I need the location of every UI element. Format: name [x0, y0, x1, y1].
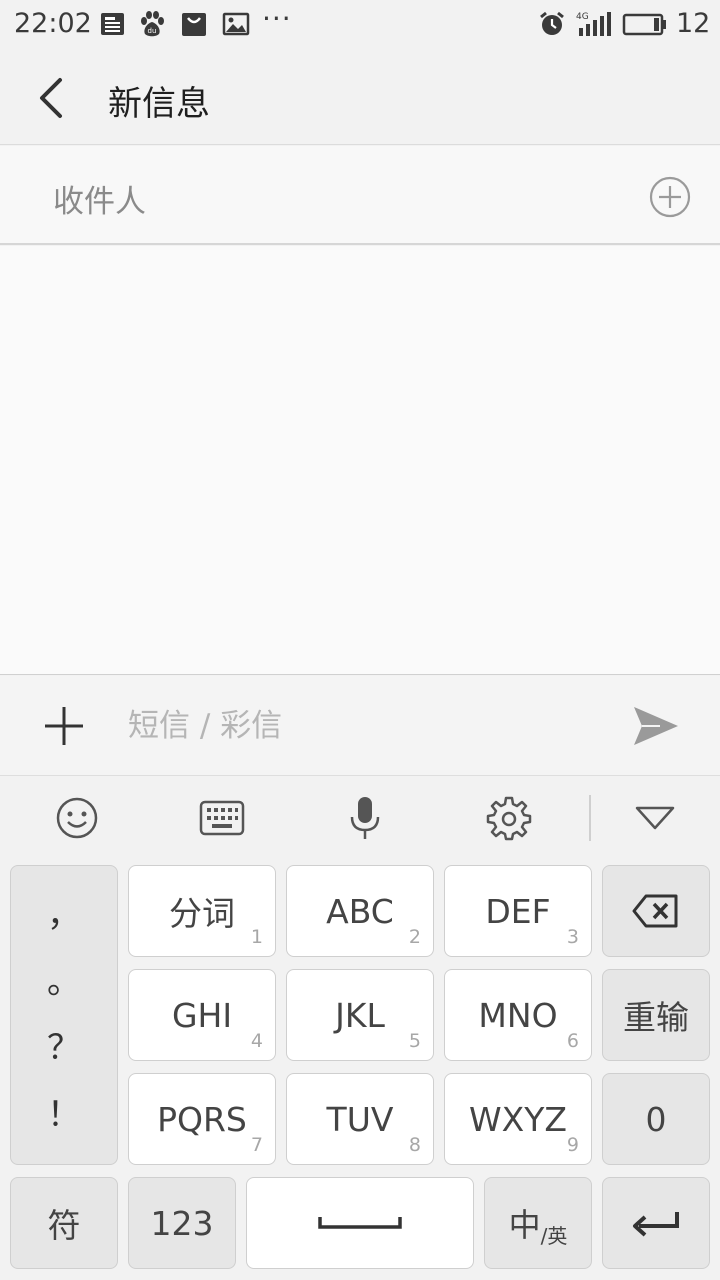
key-label: GHI — [171, 995, 233, 1035]
numbers-key[interactable]: 123 — [128, 1177, 236, 1269]
baidu-paw-icon: du — [141, 11, 164, 37]
key-number: 6 — [566, 1030, 579, 1052]
key-2[interactable]: ABC 2 — [286, 865, 434, 957]
enter-icon — [633, 1212, 679, 1237]
enter-key[interactable] — [602, 1177, 710, 1269]
key-9[interactable]: WXYZ 9 — [444, 1073, 592, 1165]
more-notifications: ··· — [262, 2, 292, 35]
key-number: 8 — [408, 1134, 421, 1156]
battery-level: 12 — [676, 8, 711, 39]
key-label: PQRS — [157, 1099, 247, 1139]
key-number: 7 — [250, 1134, 263, 1156]
key-number: 3 — [566, 926, 579, 948]
key-0[interactable]: 0 — [602, 1073, 710, 1165]
key-label: TUV — [326, 1099, 394, 1139]
key-label: 0 — [645, 1099, 667, 1139]
key-number: 9 — [566, 1134, 579, 1156]
title-bar: 新信息 — [0, 48, 720, 145]
punct-question[interactable]: ？ — [47, 1018, 81, 1078]
backspace-icon — [632, 894, 678, 928]
key-label: DEF — [485, 891, 551, 931]
symbols-key[interactable]: 符 — [10, 1177, 118, 1269]
backspace-key[interactable] — [602, 865, 710, 957]
punct-exclaim[interactable]: ！ — [47, 1085, 81, 1145]
key-label: JKL — [335, 995, 385, 1035]
key-label: ABC — [326, 891, 394, 931]
key-3[interactable]: DEF 3 — [444, 865, 592, 957]
gear-icon[interactable] — [486, 795, 532, 841]
key-6[interactable]: MNO 6 — [444, 969, 592, 1061]
image-icon — [222, 12, 250, 36]
space-bar-icon — [318, 1217, 402, 1229]
punct-comma[interactable]: ， — [47, 885, 81, 945]
page-title: 新信息 — [108, 84, 210, 124]
recipient-placeholder[interactable]: 收件人 — [53, 176, 146, 221]
battery-icon — [622, 13, 666, 36]
alarm-icon — [540, 11, 564, 35]
compose-bar — [0, 676, 720, 776]
key-number: 1 — [250, 926, 263, 948]
key-label: 123 — [150, 1203, 214, 1243]
chevron-left-icon[interactable] — [28, 74, 76, 122]
key-number: 2 — [408, 926, 421, 948]
key-label: 分词 — [169, 894, 235, 933]
plus-icon[interactable] — [40, 702, 88, 750]
punct-period[interactable]: 。 — [47, 952, 81, 1012]
key-8[interactable]: TUV 8 — [286, 1073, 434, 1165]
toolbar-divider — [589, 795, 591, 841]
key-7[interactable]: PQRS 7 — [128, 1073, 276, 1165]
send-icon[interactable] — [630, 703, 682, 749]
shopping-bag-icon — [182, 13, 206, 36]
key-label: WXYZ — [468, 1099, 567, 1139]
status-bar: 22:02 du ··· 4G 12 — [0, 0, 720, 48]
key-number: 5 — [408, 1030, 421, 1052]
signal-4g-icon: 4G — [576, 12, 611, 36]
keyboard-icon[interactable] — [198, 795, 246, 841]
svg-text:du: du — [148, 27, 157, 35]
key-label: 符 — [47, 1206, 81, 1245]
status-time: 22:02 — [14, 8, 92, 39]
microphone-icon[interactable] — [342, 795, 388, 841]
key-4[interactable]: GHI 4 — [128, 969, 276, 1061]
key-label: 重输 — [623, 998, 689, 1037]
triangle-down-icon[interactable] — [632, 795, 678, 841]
key-5[interactable]: JKL 5 — [286, 969, 434, 1061]
plus-circle-icon[interactable] — [648, 175, 692, 219]
space-key[interactable] — [246, 1177, 474, 1269]
news-icon — [101, 13, 124, 35]
key-number: 4 — [250, 1030, 263, 1052]
reenter-key[interactable]: 重输 — [602, 969, 710, 1061]
key-1[interactable]: 分词 1 — [128, 865, 276, 957]
message-input[interactable] — [128, 704, 608, 748]
keyboard: ， 。 ？ ！ 分词 1 ABC 2 DEF 3 GHI 4 JKL 5 MNO… — [0, 859, 720, 1280]
svg-text:4G: 4G — [576, 12, 589, 22]
keyboard-toolbar — [0, 777, 720, 859]
lang-sub-label: /英 — [540, 1223, 568, 1248]
punctuation-key[interactable]: ， 。 ？ ！ — [10, 865, 118, 1165]
recipient-row[interactable]: 收件人 — [0, 146, 720, 245]
message-area — [0, 246, 720, 675]
key-label: MNO — [478, 995, 558, 1035]
language-toggle-key[interactable]: 中/英 — [484, 1177, 592, 1269]
lang-main-label: 中 — [508, 1206, 541, 1244]
smiley-icon[interactable] — [54, 795, 100, 841]
